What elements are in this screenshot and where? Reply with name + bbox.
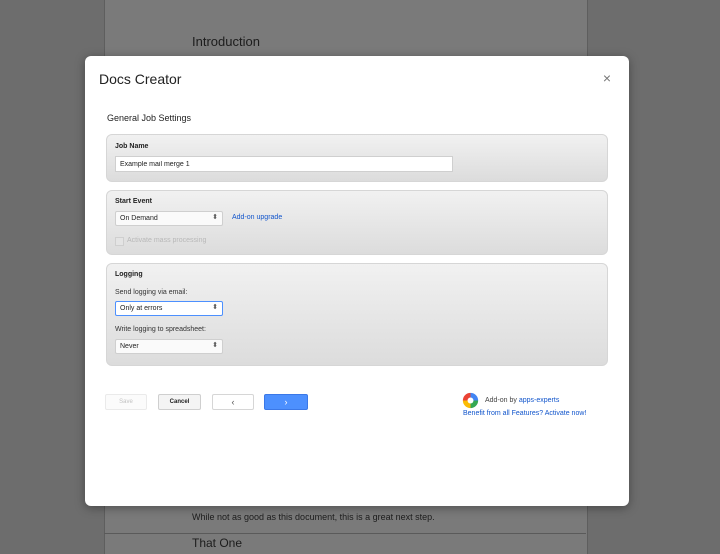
document-heading: Introduction bbox=[192, 34, 260, 49]
apps-experts-logo-icon[interactable] bbox=[462, 392, 479, 409]
document-divider bbox=[104, 533, 586, 534]
start-event-selected-value: On Demand bbox=[120, 215, 158, 222]
addon-upgrade-link[interactable]: Add-on upgrade bbox=[232, 214, 282, 221]
job-name-panel: Job Name bbox=[106, 134, 608, 182]
start-event-panel: Start Event On Demand ⬍ Add-on upgrade A… bbox=[106, 190, 608, 255]
vendor-link[interactable]: apps-experts bbox=[519, 397, 559, 404]
email-logging-label: Send logging via email: bbox=[115, 289, 188, 296]
document-heading-2: That One bbox=[192, 536, 243, 550]
save-button[interactable]: Save bbox=[105, 394, 147, 410]
job-name-input[interactable] bbox=[115, 156, 453, 172]
email-logging-selected-value: Only at errors bbox=[120, 305, 163, 312]
section-heading: General Job Settings bbox=[107, 113, 192, 123]
job-name-label: Job Name bbox=[115, 143, 149, 150]
start-event-label: Start Event bbox=[115, 198, 152, 205]
mass-processing-label: Activate mass processing bbox=[127, 237, 207, 244]
spreadsheet-logging-select[interactable]: Never ⬍ bbox=[115, 339, 223, 354]
dialog-title: Docs Creator bbox=[99, 71, 182, 87]
logging-label: Logging bbox=[115, 271, 143, 278]
select-arrows-icon: ⬍ bbox=[212, 304, 218, 311]
select-arrows-icon: ⬍ bbox=[212, 214, 218, 221]
spreadsheet-logging-label: Write logging to spreadsheet: bbox=[115, 326, 206, 333]
close-icon[interactable]: × bbox=[603, 71, 611, 85]
logging-panel: Logging Send logging via email: Only at … bbox=[106, 263, 608, 366]
start-event-select[interactable]: On Demand ⬍ bbox=[115, 211, 223, 226]
email-logging-select[interactable]: Only at errors ⬍ bbox=[115, 301, 223, 316]
cancel-button[interactable]: Cancel bbox=[158, 394, 201, 410]
docs-creator-dialog: Docs Creator × General Job Settings Job … bbox=[85, 56, 629, 506]
addon-by-text: Add-on by apps-experts bbox=[485, 397, 559, 404]
spreadsheet-logging-selected-value: Never bbox=[120, 343, 139, 350]
activate-now-link[interactable]: Benefit from all Features? Activate now! bbox=[463, 409, 588, 419]
previous-button[interactable]: ‹ bbox=[212, 394, 254, 410]
next-button[interactable]: › bbox=[264, 394, 308, 410]
select-arrows-icon: ⬍ bbox=[212, 342, 218, 349]
addon-by-prefix: Add-on by bbox=[485, 397, 519, 404]
mass-processing-checkbox[interactable] bbox=[115, 237, 124, 246]
document-body-text: While not as good as this document, this… bbox=[192, 512, 435, 522]
